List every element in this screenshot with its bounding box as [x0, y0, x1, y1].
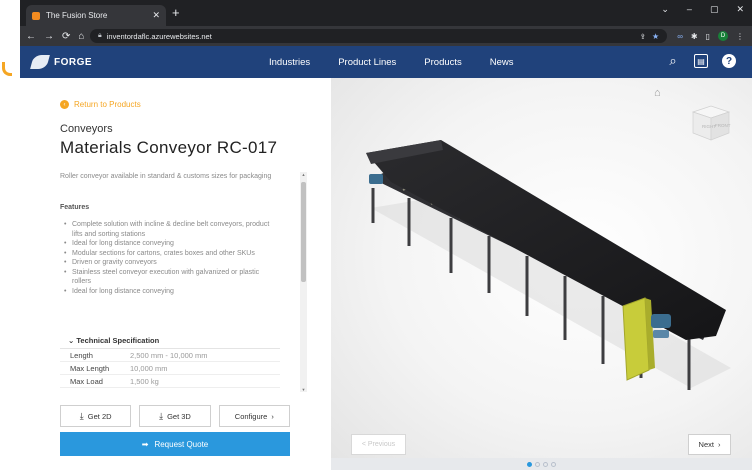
description-scrollbar[interactable]: ▲ ▼: [300, 172, 307, 392]
nav-item-industries[interactable]: Industries: [269, 57, 310, 68]
download-icon: ⤓: [79, 410, 84, 421]
browser-tab[interactable]: The Fusion Store ✕: [26, 5, 166, 26]
spec-value: 2,500 mm - 10,000 mm: [130, 350, 208, 360]
tab-title: The Fusion Store: [46, 11, 108, 20]
tab-close-icon[interactable]: ✕: [152, 10, 160, 21]
store-favicon-icon: [32, 11, 40, 20]
product-details-panel: ‹ Return to Products Conveyors Materials…: [20, 78, 331, 470]
back-arrow-icon[interactable]: ←: [26, 31, 36, 42]
header-icons: ⌕ ▤ ?: [666, 53, 736, 68]
forge-logo-icon: [30, 55, 50, 69]
cursor-artifact: [2, 62, 12, 76]
nav-item-product-lines[interactable]: Product Lines: [338, 57, 396, 68]
puzzle-icon[interactable]: ✱: [691, 32, 698, 41]
forge-logo[interactable]: FORGE: [20, 55, 220, 69]
request-quote-label: Request Quote: [154, 439, 209, 449]
table-row: Length 2,500 mm - 10,000 mm: [60, 349, 280, 362]
download-actions: ⤓ Get 2D ⤓ Get 3D Configure ›: [60, 405, 290, 427]
share-icon[interactable]: ⇪: [640, 32, 646, 41]
profile-avatar[interactable]: D: [718, 31, 728, 41]
main-nav: Industries Product Lines Products News: [269, 46, 514, 78]
chevron-right-icon: ›: [717, 440, 721, 449]
get-3d-button[interactable]: ⤓ Get 3D: [139, 405, 211, 427]
menu-kebab-icon[interactable]: ⋮: [736, 32, 744, 41]
spec-label: Max Length: [70, 363, 110, 373]
url-bar[interactable]: 🔒︎ inventordaflc.azurewebsites.net ⇪ ★: [90, 29, 668, 43]
request-quote-button[interactable]: ➡ Request Quote: [60, 432, 290, 456]
nav-item-products[interactable]: Products: [424, 57, 462, 68]
list-item: Ideal for long distance conveying: [60, 239, 275, 249]
features-heading: Features: [60, 204, 90, 211]
pager-dot[interactable]: [543, 461, 548, 467]
pager-dot[interactable]: [535, 461, 540, 467]
next-label: Next: [698, 440, 714, 449]
home-icon[interactable]: ⌂: [78, 31, 84, 42]
chevron-right-icon: ›: [271, 411, 274, 421]
pager-dot[interactable]: [527, 461, 532, 467]
new-tab-button[interactable]: +: [172, 5, 180, 21]
product-title: Materials Conveyor RC-017: [60, 138, 278, 157]
extension-icon[interactable]: ∞: [677, 32, 683, 41]
previous-button[interactable]: < Previous: [351, 434, 406, 455]
spec-value: 10,000 mm: [130, 363, 168, 373]
bookmark-star-icon[interactable]: ★: [652, 32, 659, 41]
next-button[interactable]: Next ›: [688, 434, 731, 455]
scroll-thumb[interactable]: [301, 182, 306, 282]
extension-icons: ∞ ✱ ▯ D ⋮: [677, 31, 752, 41]
download-icon: ⤓: [159, 410, 164, 421]
product-description: Roller conveyor available in standard & …: [60, 173, 272, 180]
reload-icon[interactable]: ⟳: [62, 31, 70, 42]
spec-label: Max Load: [70, 376, 103, 386]
return-to-products-link[interactable]: ‹ Return to Products: [60, 100, 141, 109]
forward-arrow-icon[interactable]: →: [44, 31, 54, 42]
get-2d-label: Get 2D: [87, 411, 112, 421]
tech-spec-toggle[interactable]: ⌄ Technical Specification: [68, 336, 159, 345]
help-icon[interactable]: ?: [722, 54, 736, 68]
image-pager: [331, 458, 752, 470]
sidepanel-icon[interactable]: ▯: [706, 32, 710, 41]
configure-label: Configure: [234, 411, 268, 421]
maximize-icon[interactable]: ▢: [710, 4, 719, 15]
minimize-icon[interactable]: –: [687, 4, 692, 15]
product-description-scroll[interactable]: Roller conveyor available in standard & …: [60, 172, 290, 392]
list-item: Ideal for long distance conveying: [60, 287, 275, 297]
get-3d-label: Get 3D: [167, 411, 191, 421]
features-list: Complete solution with incline & decline…: [60, 220, 275, 296]
list-item: Modular sections for cartons, crates box…: [60, 249, 275, 259]
search-icon[interactable]: ⌕: [666, 53, 680, 68]
return-link-label: Return to Products: [74, 100, 141, 109]
lock-icon: 🔒︎: [98, 32, 102, 39]
browser-tab-bar: The Fusion Store ✕ + ⌄ – ▢ ✕: [20, 0, 752, 26]
cart-icon[interactable]: ▤: [694, 54, 708, 68]
get-2d-button[interactable]: ⤓ Get 2D: [60, 405, 132, 427]
back-circle-icon: ‹: [60, 100, 69, 109]
list-item: Stainless steel conveyor execution with …: [60, 268, 275, 287]
nav-item-news[interactable]: News: [490, 57, 514, 68]
product-category: Conveyors: [60, 123, 113, 135]
table-row: Max Length 10,000 mm: [60, 362, 280, 375]
table-row: Max Load 1,500 kg: [60, 375, 280, 388]
browser-nav-buttons: ← → ⟳ ⌂: [20, 31, 90, 42]
model-viewer[interactable]: ⌂ RIGHT FRONT < Previous Next ›: [331, 78, 752, 470]
spec-table: Length 2,500 mm - 10,000 mm Max Length 1…: [60, 348, 280, 388]
site-header: FORGE Industries Product Lines Products …: [20, 46, 752, 78]
tab-search-icon[interactable]: ⌄: [661, 4, 669, 15]
scroll-up-arrow-icon[interactable]: ▲: [300, 172, 307, 177]
pager-dot[interactable]: [551, 461, 556, 467]
spec-label: Length: [70, 350, 93, 360]
conveyor-3d-model[interactable]: [331, 78, 752, 438]
logo-text: FORGE: [54, 56, 93, 68]
url-text: inventordaflc.azurewebsites.net: [106, 31, 212, 41]
list-item: Complete solution with incline & decline…: [60, 220, 275, 239]
list-item: Driven or gravity conveyors: [60, 258, 275, 268]
window-controls: ⌄ – ▢ ✕: [661, 4, 744, 15]
configure-button[interactable]: Configure ›: [218, 405, 290, 427]
close-window-icon[interactable]: ✕: [736, 4, 744, 15]
scroll-down-arrow-icon[interactable]: ▼: [300, 387, 307, 392]
browser-address-bar: ← → ⟳ ⌂ 🔒︎ inventordaflc.azurewebsites.n…: [20, 26, 752, 46]
arrow-right-icon: ➡: [141, 439, 149, 449]
spec-value: 1,500 kg: [130, 376, 159, 386]
chevron-down-icon: ⌄: [68, 336, 75, 345]
tech-spec-heading: Technical Specification: [76, 336, 160, 345]
